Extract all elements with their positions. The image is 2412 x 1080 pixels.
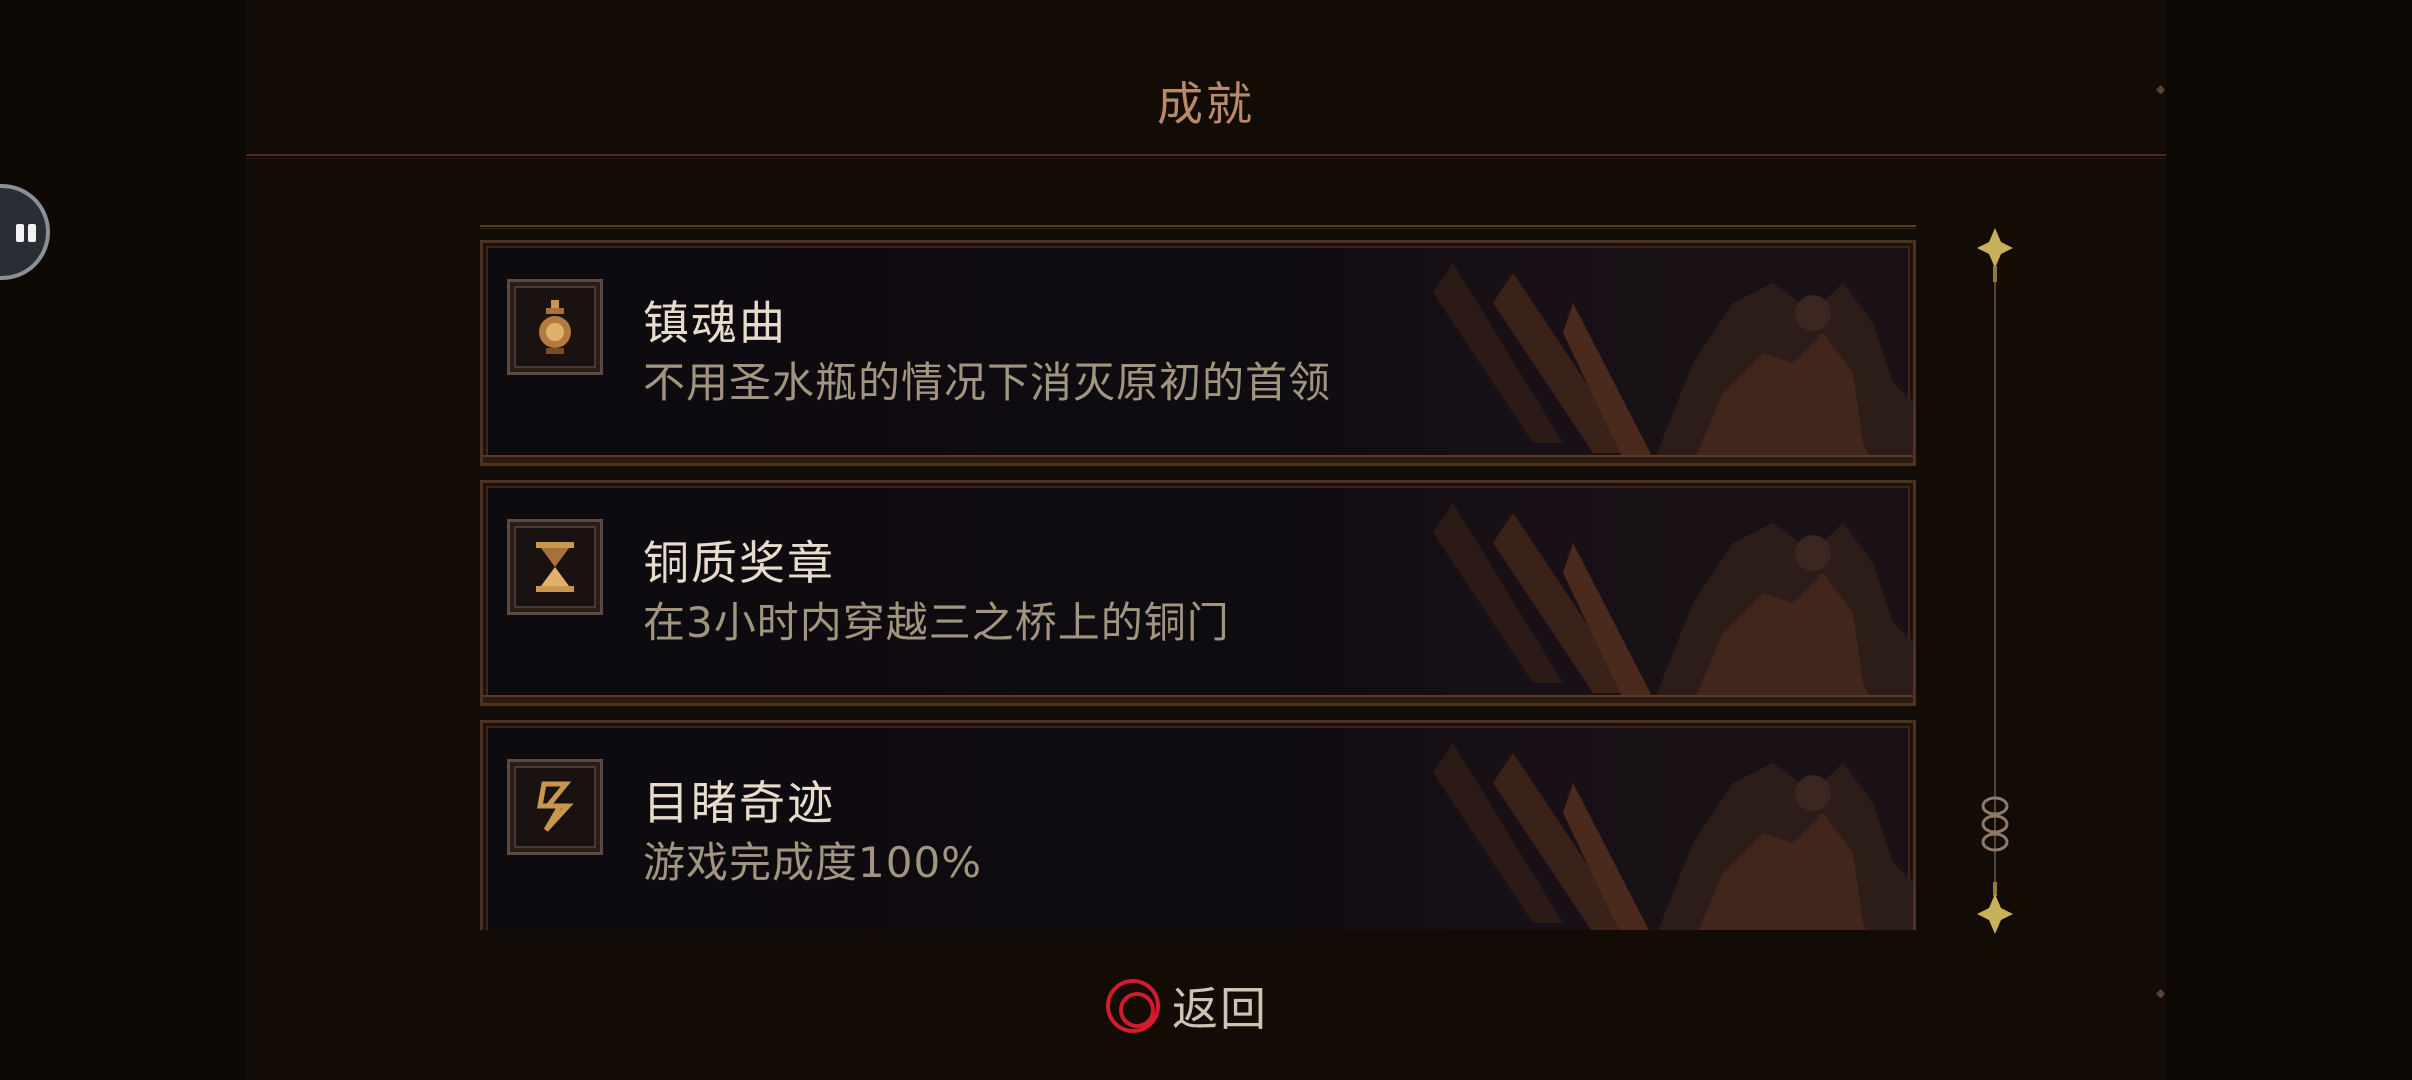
achievement-icon-frame	[507, 759, 603, 855]
card-bottom-band	[483, 455, 1913, 463]
corner-ornament-top: ◆	[2156, 82, 2166, 96]
achievement-description: 游戏完成度100%	[643, 838, 983, 887]
right-margin	[2166, 0, 2412, 1080]
achievement-list[interactable]: 镇魂曲 不用圣水瓶的情况下消灭原初的首领 铜质奖章 在3小时内穿越三之桥上的铜门…	[480, 240, 1916, 930]
assistant-eye-left	[16, 224, 24, 242]
achievement-card[interactable]: 铜质奖章 在3小时内穿越三之桥上的铜门	[480, 480, 1916, 706]
scroll-thumb[interactable]	[1978, 796, 2012, 876]
page-title: 成就	[1157, 77, 1255, 131]
list-top-rule	[480, 225, 1916, 229]
card-background-art	[1433, 263, 1913, 463]
scroll-top-ornament	[1977, 228, 2013, 282]
achievements-panel: 成就 ◆ ◆ 镇魂曲 不用圣水瓶的情况下消灭原初的首领 铜质奖章 在3小时内穿越…	[246, 0, 2166, 1080]
assistant-eye-right	[28, 224, 36, 242]
scroll-bottom-ornament	[1977, 882, 2013, 934]
title-divider	[246, 154, 2166, 156]
achievement-icon-frame	[507, 519, 603, 615]
achievement-card[interactable]: 镇魂曲 不用圣水瓶的情况下消灭原初的首领	[480, 240, 1916, 466]
hourglass-icon	[536, 542, 574, 592]
flask-icon	[539, 300, 571, 354]
card-background-art	[1433, 503, 1913, 703]
chain-rune-icon	[537, 781, 574, 832]
achievement-name: 目睹奇迹	[643, 776, 835, 830]
title-divider-shadow	[246, 158, 2166, 159]
circle-button-icon	[1106, 979, 1160, 1033]
achievement-description: 不用圣水瓶的情况下消灭原初的首领	[643, 358, 1332, 407]
left-margin	[0, 0, 246, 1080]
achievement-name: 铜质奖章	[643, 536, 835, 590]
achievement-name: 镇魂曲	[643, 296, 787, 350]
achievement-card[interactable]: 目睹奇迹 游戏完成度100%	[480, 720, 1916, 930]
game-screen: 成就 ◆ ◆ 镇魂曲 不用圣水瓶的情况下消灭原初的首领 铜质奖章 在3小时内穿越…	[0, 0, 2412, 1080]
back-button[interactable]: 返回	[1106, 976, 1268, 1036]
corner-ornament-bottom: ◆	[2156, 986, 2166, 1000]
achievement-description: 在3小时内穿越三之桥上的铜门	[643, 598, 1230, 647]
card-background-art	[1433, 743, 1913, 930]
achievement-icon-frame	[507, 279, 603, 375]
card-bottom-band	[483, 695, 1913, 703]
scrollbar[interactable]	[1975, 226, 2015, 938]
back-label: 返回	[1172, 982, 1268, 1036]
